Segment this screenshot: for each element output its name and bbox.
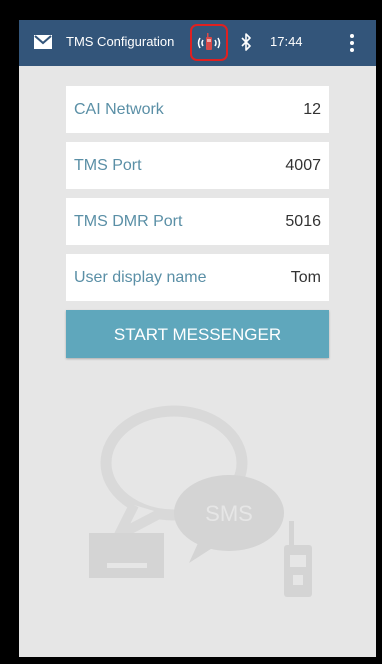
app-bar: TMS Configuration 17:44 (19, 20, 376, 66)
setting-value[interactable]: Tom (291, 269, 321, 287)
setting-label: CAI Network (74, 101, 164, 118)
overflow-menu-icon[interactable] (345, 32, 359, 54)
setting-label: TMS Port (74, 157, 142, 174)
messenger-watermark-icon: SMS (89, 405, 312, 597)
phone-frame: TMS Configuration 17:44 CAI Network 12 T… (0, 0, 382, 664)
setting-value[interactable]: 5016 (285, 213, 321, 231)
setting-row-tms-dmr-port[interactable]: TMS DMR Port 5016 (66, 198, 329, 245)
radio-status-highlight (190, 24, 228, 61)
bluetooth-icon (241, 33, 251, 51)
setting-row-user-display-name[interactable]: User display name Tom (66, 254, 329, 301)
mail-icon[interactable] (34, 35, 52, 49)
setting-row-cai-network[interactable]: CAI Network 12 (66, 86, 329, 133)
app-screen: TMS Configuration 17:44 CAI Network 12 T… (19, 20, 376, 657)
app-title: TMS Configuration (66, 34, 175, 49)
status-time: 17:44 (270, 34, 303, 49)
setting-label: TMS DMR Port (74, 213, 183, 230)
setting-row-tms-port[interactable]: TMS Port 4007 (66, 142, 329, 189)
radio-icon[interactable] (196, 32, 222, 54)
watermark-sms-label: SMS (205, 501, 253, 526)
setting-label: User display name (74, 269, 207, 286)
setting-value[interactable]: 12 (303, 101, 321, 119)
setting-value[interactable]: 4007 (285, 157, 321, 175)
start-messenger-button[interactable]: START MESSENGER (66, 310, 329, 358)
